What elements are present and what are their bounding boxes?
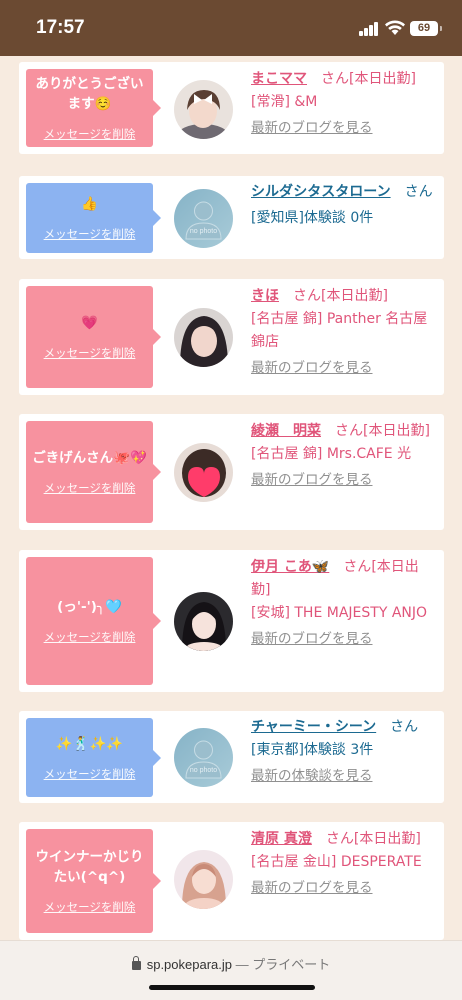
- shop-info: [名古屋 金山] DESPERATE: [251, 854, 422, 870]
- private-mode-label: プライベート: [252, 957, 331, 972]
- latest-review-link[interactable]: 最新の体験談を見る: [251, 765, 437, 788]
- user-avatar[interactable]: [174, 308, 233, 367]
- message-bubble: 💗 メッセージを削除: [26, 286, 161, 388]
- message-text: 👍: [81, 196, 98, 212]
- user-info: 綾瀬 明菜 さん[本日出勤] [名古屋 錦] Mrs.CAFE 光 最新のブログ…: [251, 420, 437, 492]
- user-info: 清原 真澄 さん[本日出勤] [名古屋 金山] DESPERATE 最新のブログ…: [251, 828, 437, 900]
- message-bubble: (っ'-')╮🩵 メッセージを削除: [26, 557, 161, 685]
- message-bubble: 👍 メッセージを削除: [26, 183, 161, 253]
- honorific: さん: [325, 831, 354, 847]
- user-name-link[interactable]: 清原 真澄: [251, 831, 312, 847]
- clock: 17:57: [36, 17, 85, 38]
- user-name-link[interactable]: チャーミー・シーン: [251, 719, 376, 735]
- battery-icon: 69: [410, 21, 438, 36]
- shop-info: [名古屋 錦] Mrs.CAFE 光: [251, 446, 412, 462]
- delete-message-link[interactable]: メッセージを削除: [44, 126, 136, 142]
- status-bar: 17:57 69: [0, 0, 462, 56]
- url-separator: —: [235, 957, 249, 972]
- message-text: ✨🕺✨✨: [55, 735, 124, 752]
- user-name-link[interactable]: 伊月 こあ🦋: [251, 559, 329, 575]
- user-name-link[interactable]: まこママ: [251, 71, 307, 87]
- delete-message-link[interactable]: メッセージを削除: [44, 629, 136, 645]
- work-status: [本日出勤]: [363, 423, 430, 439]
- message-card: ✨🕺✨✨ メッセージを削除 no photo チャーミー・シーン さん [東京都…: [19, 711, 444, 803]
- user-name-link[interactable]: 綾瀬 明菜: [251, 423, 321, 439]
- message-feed[interactable]: ありがとうございます☺️ メッセージを削除 まこママ さん[本日出勤] [常滑]…: [0, 56, 462, 940]
- user-name-link[interactable]: きほ: [251, 288, 279, 304]
- message-bubble: ごきげんさん🐙💖 メッセージを削除: [26, 421, 161, 523]
- user-name-link[interactable]: シルダシタスタローン: [251, 184, 391, 200]
- delete-message-link[interactable]: メッセージを削除: [44, 226, 136, 242]
- user-avatar[interactable]: [174, 850, 233, 909]
- user-avatar[interactable]: [174, 592, 233, 651]
- delete-message-link[interactable]: メッセージを削除: [44, 766, 136, 782]
- user-avatar[interactable]: no photo: [174, 189, 233, 248]
- shop-info: [安城] THE MAJESTY ANJO: [251, 605, 428, 621]
- honorific: さん: [404, 184, 433, 200]
- latest-blog-link[interactable]: 最新のブログを見る: [251, 628, 437, 651]
- wifi-icon: [385, 20, 405, 35]
- photo-icon: [174, 308, 233, 367]
- honorific: さん: [390, 719, 419, 735]
- shop-info: [東京都]体験談 3件: [251, 742, 374, 758]
- work-status: [本日出勤]: [353, 831, 421, 847]
- message-text: (っ'-')╮🩵: [57, 599, 122, 615]
- message-card: 💗 メッセージを削除 きほ さん[本日出勤] [名古屋 錦] Panther 名…: [19, 279, 444, 395]
- message-bubble: ウインナーかじりたい(^q^) メッセージを削除: [26, 829, 161, 933]
- battery-nub: [440, 26, 442, 31]
- home-indicator[interactable]: [149, 985, 315, 990]
- user-avatar[interactable]: no photo: [174, 728, 233, 787]
- browser-address-bar[interactable]: sp.pokepara.jp — プライベート: [0, 940, 462, 1000]
- url-display[interactable]: sp.pokepara.jp — プライベート: [0, 954, 462, 973]
- honorific: さん: [293, 288, 321, 304]
- user-avatar[interactable]: [174, 80, 233, 139]
- message-card: ごきげんさん🐙💖 メッセージを削除 綾瀬 明菜 さん[本日出勤] [名古屋 錦]…: [19, 414, 444, 530]
- message-text: ウインナーかじりたい(^q^): [35, 849, 144, 885]
- work-status: [本日出勤]: [349, 71, 416, 87]
- user-info: まこママ さん[本日出勤] [常滑] &M 最新のブログを見る: [251, 68, 437, 140]
- user-info: シルダシタスタローン さん [愛知県]体験談 0件: [251, 181, 437, 230]
- honorific: さん: [321, 71, 349, 87]
- photo-icon: [174, 443, 233, 502]
- photo-icon: [174, 850, 233, 909]
- url-text: sp.pokepara.jp: [146, 957, 232, 972]
- no-photo-icon: [185, 201, 222, 240]
- no-photo-text: no photo: [189, 228, 218, 235]
- message-card: ありがとうございます☺️ メッセージを削除 まこママ さん[本日出勤] [常滑]…: [19, 62, 444, 154]
- message-card: (っ'-')╮🩵 メッセージを削除 伊月 こあ🦋 さん[本日出勤] [安城] T…: [19, 550, 444, 692]
- lock-icon: [131, 956, 141, 970]
- no-photo-icon: [185, 740, 222, 779]
- honorific: さん: [335, 423, 363, 439]
- honorific: さん: [343, 559, 372, 575]
- latest-blog-link[interactable]: 最新のブログを見る: [251, 469, 437, 492]
- shop-info: [名古屋 錦] Panther 名古屋錦店: [251, 311, 428, 350]
- no-photo-text: no photo: [189, 767, 218, 774]
- user-info: きほ さん[本日出勤] [名古屋 錦] Panther 名古屋錦店 最新のブログ…: [251, 285, 437, 380]
- work-status: [本日出勤]: [321, 288, 388, 304]
- message-text: 💗: [81, 315, 98, 331]
- latest-blog-link[interactable]: 最新のブログを見る: [251, 357, 437, 380]
- latest-blog-link[interactable]: 最新のブログを見る: [251, 117, 437, 140]
- cellular-signal-icon: [359, 22, 379, 36]
- message-bubble: ✨🕺✨✨ メッセージを削除: [26, 718, 161, 797]
- photo-icon: [174, 592, 233, 651]
- shop-info: [常滑] &M: [251, 94, 318, 110]
- user-avatar[interactable]: [174, 443, 233, 502]
- photo-icon: [174, 80, 233, 139]
- shop-info: [愛知県]体験談 0件: [251, 210, 374, 226]
- latest-blog-link[interactable]: 最新のブログを見る: [251, 877, 437, 900]
- delete-message-link[interactable]: メッセージを削除: [44, 899, 136, 915]
- message-card: 👍 メッセージを削除 no photo シルダシタスタローン さん [愛知県]体…: [19, 176, 444, 259]
- message-bubble: ありがとうございます☺️ メッセージを削除: [26, 69, 161, 147]
- message-text: ごきげんさん🐙💖: [32, 450, 147, 466]
- delete-message-link[interactable]: メッセージを削除: [44, 480, 136, 496]
- message-text: ありがとうございます☺️: [35, 76, 144, 112]
- delete-message-link[interactable]: メッセージを削除: [44, 345, 136, 361]
- message-card: ウインナーかじりたい(^q^) メッセージを削除 清原 真澄 さん[本日出勤] …: [19, 822, 444, 940]
- user-info: チャーミー・シーン さん [東京都]体験談 3件 最新の体験談を見る: [251, 716, 437, 788]
- user-info: 伊月 こあ🦋 さん[本日出勤] [安城] THE MAJESTY ANJO 最新…: [251, 556, 437, 651]
